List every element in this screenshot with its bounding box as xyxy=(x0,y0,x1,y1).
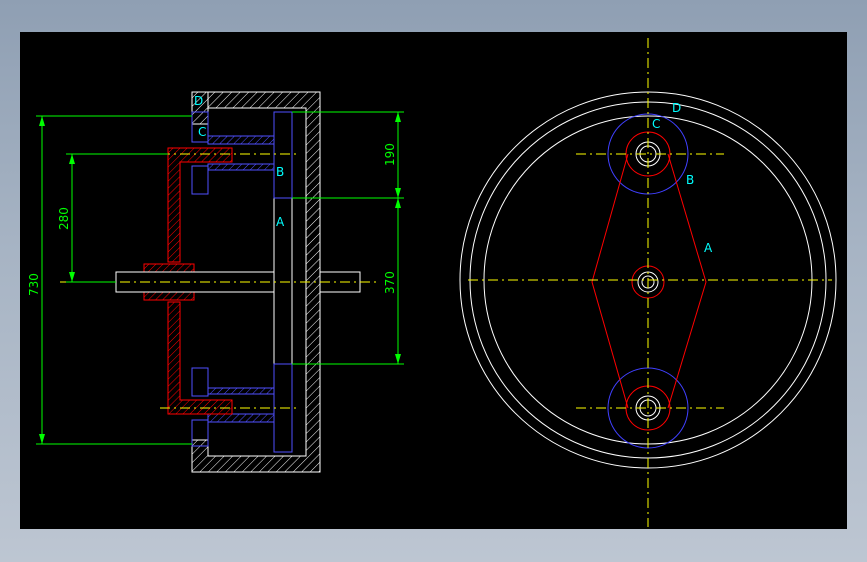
label-c-section: C xyxy=(198,125,206,139)
label-a-front: A xyxy=(704,241,713,255)
cad-drawing: 730 280 190 370 D C B A D C B A xyxy=(27,38,837,527)
front-view: D C B A xyxy=(459,38,837,527)
dim-overall: 730 xyxy=(27,273,41,296)
cad-drawing-canvas: 730 280 190 370 D C B A D C B A xyxy=(20,32,847,529)
bushing-strips xyxy=(207,135,275,423)
label-b-front: B xyxy=(686,173,694,187)
label-c-front: C xyxy=(652,117,660,131)
label-b-section: B xyxy=(276,165,284,179)
crank-arm xyxy=(143,147,233,415)
dim-lower: 370 xyxy=(383,271,397,294)
label-d-front: D xyxy=(672,101,681,115)
section-view: 730 280 190 370 D C B A xyxy=(27,91,404,473)
label-a-section: A xyxy=(276,215,285,229)
front-centerlines xyxy=(468,38,832,527)
label-d-section: D xyxy=(194,94,203,108)
dim-upper: 190 xyxy=(383,143,397,166)
dim-offset: 280 xyxy=(57,207,71,230)
section-centerlines xyxy=(60,153,380,409)
arm-outline xyxy=(591,153,707,409)
